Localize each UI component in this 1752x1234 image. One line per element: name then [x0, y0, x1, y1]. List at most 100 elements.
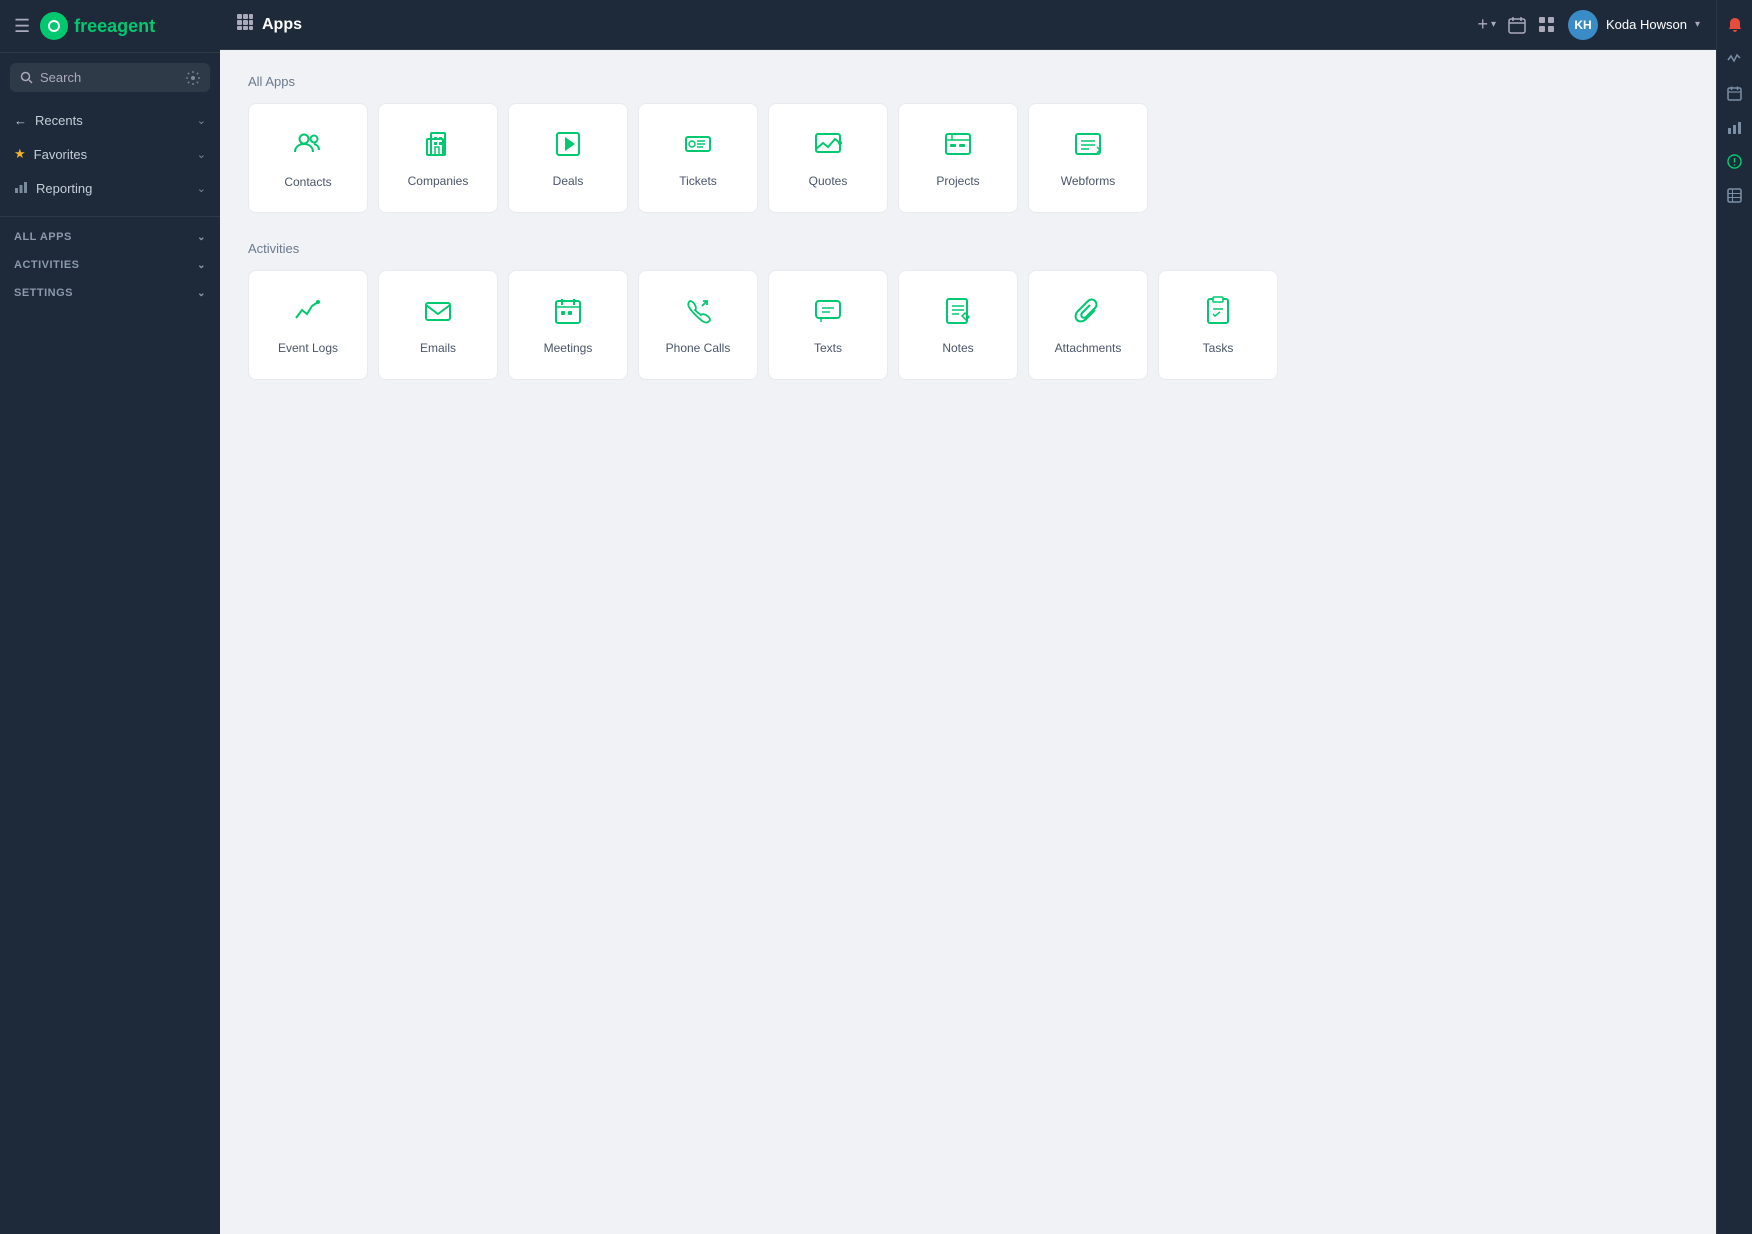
phone-calls-icon — [683, 296, 713, 331]
app-card-notes[interactable]: Notes — [898, 270, 1018, 380]
hamburger-icon[interactable]: ☰ — [14, 16, 30, 37]
right-panel — [1716, 0, 1752, 1234]
reporting-label: Reporting — [36, 181, 92, 196]
texts-label: Texts — [814, 341, 842, 355]
reporting-chevron: ⌄ — [197, 182, 206, 195]
sidebar-item-settings[interactable]: SETTINGS ⌄ — [0, 277, 220, 305]
app-card-quotes[interactable]: Quotes — [768, 103, 888, 213]
right-chart-icon[interactable] — [1720, 112, 1750, 142]
grid-icon — [1538, 16, 1556, 34]
attachments-label: Attachments — [1055, 341, 1122, 355]
event-logs-label: Event Logs — [278, 341, 338, 355]
deals-label: Deals — [553, 174, 584, 188]
app-card-texts[interactable]: Texts — [768, 270, 888, 380]
activities-grid: Event Logs Emails — [248, 270, 1688, 380]
emails-label: Emails — [420, 341, 456, 355]
notes-icon — [943, 296, 973, 331]
settings-chevron: ⌄ — [197, 288, 206, 299]
deals-icon — [553, 129, 583, 164]
meetings-label: Meetings — [544, 341, 593, 355]
notification-icon[interactable] — [1720, 10, 1750, 40]
search-icon — [20, 71, 33, 84]
tickets-icon — [683, 129, 713, 164]
add-chevron-icon: ▾ — [1491, 19, 1496, 30]
right-warning-icon[interactable] — [1720, 146, 1750, 176]
sidebar-item-activities[interactable]: ACTIVITIES ⌄ — [0, 249, 220, 277]
sidebar-item-reporting[interactable]: Reporting ⌄ — [0, 171, 220, 206]
add-button[interactable]: + ▾ — [1477, 14, 1496, 35]
recents-icon: ← — [14, 113, 27, 128]
favorites-label: Favorites — [34, 147, 87, 162]
app-card-phone-calls[interactable]: Phone Calls — [638, 270, 758, 380]
topbar: Apps + ▾ KH — [220, 0, 1716, 50]
sidebar-header: ☰ freeagent — [0, 0, 220, 53]
texts-icon — [813, 296, 843, 331]
sidebar-item-favorites[interactable]: ★ Favorites ⌄ — [0, 137, 220, 171]
app-card-tasks[interactable]: Tasks — [1158, 270, 1278, 380]
meetings-icon — [553, 296, 583, 331]
sidebar-item-recents[interactable]: ← Recents ⌄ — [0, 104, 220, 137]
topbar-right: + ▾ KH Koda Howson ▾ — [1477, 10, 1700, 40]
calendar-icon — [1508, 16, 1526, 34]
search-label: Search — [40, 70, 81, 85]
webforms-icon — [1073, 129, 1103, 164]
activities-label: ACTIVITIES — [14, 259, 80, 271]
apps-grid-icon[interactable] — [236, 13, 254, 36]
content-area: All Apps Contacts — [220, 50, 1716, 1234]
right-calendar-icon[interactable] — [1720, 78, 1750, 108]
app-card-emails[interactable]: Emails — [378, 270, 498, 380]
sidebar-item-all-apps[interactable]: ALL APPS ⌄ — [0, 221, 220, 249]
all-apps-label: ALL APPS — [14, 231, 72, 243]
emails-icon — [423, 296, 453, 331]
logo-container: freeagent — [40, 12, 155, 40]
user-chevron-icon: ▾ — [1695, 19, 1700, 30]
tasks-label: Tasks — [1203, 341, 1234, 355]
page-title: Apps — [262, 16, 302, 34]
app-card-companies[interactable]: Companies — [378, 103, 498, 213]
app-card-deals[interactable]: Deals — [508, 103, 628, 213]
app-card-projects[interactable]: Projects — [898, 103, 1018, 213]
app-card-attachments[interactable]: Attachments — [1028, 270, 1148, 380]
quotes-icon — [813, 129, 843, 164]
app-card-meetings[interactable]: Meetings — [508, 270, 628, 380]
right-table-icon[interactable] — [1720, 180, 1750, 210]
search-box[interactable]: Search — [10, 63, 210, 92]
app-card-webforms[interactable]: Webforms — [1028, 103, 1148, 213]
quotes-label: Quotes — [809, 174, 848, 188]
companies-label: Companies — [408, 174, 469, 188]
app-card-event-logs[interactable]: Event Logs — [248, 270, 368, 380]
app-card-contacts[interactable]: Contacts — [248, 103, 368, 213]
projects-label: Projects — [936, 174, 979, 188]
tasks-icon — [1203, 296, 1233, 331]
logo-text: freeagent — [74, 16, 155, 37]
user-name: Koda Howson — [1606, 17, 1687, 32]
grid-button[interactable] — [1538, 16, 1556, 34]
reporting-icon — [14, 180, 28, 197]
event-logs-icon — [293, 296, 323, 331]
gear-icon[interactable] — [186, 71, 200, 85]
companies-icon — [423, 129, 453, 164]
topbar-left: Apps — [236, 13, 302, 36]
right-activity-icon[interactable] — [1720, 44, 1750, 74]
user-area[interactable]: KH Koda Howson ▾ — [1568, 10, 1700, 40]
attachments-icon — [1073, 296, 1103, 331]
all-apps-chevron: ⌄ — [197, 232, 206, 243]
tickets-label: Tickets — [679, 174, 717, 188]
favorites-icon: ★ — [14, 146, 26, 162]
app-card-tickets[interactable]: Tickets — [638, 103, 758, 213]
calendar-button[interactable] — [1508, 16, 1526, 34]
phone-calls-label: Phone Calls — [666, 341, 731, 355]
main-area: Apps + ▾ KH — [220, 0, 1716, 1234]
nav-section-main: ← Recents ⌄ ★ Favorites ⌄ Reporting ⌄ — [0, 98, 220, 212]
all-apps-grid: Contacts Companies — [248, 103, 1688, 213]
recents-label: Recents — [35, 113, 83, 128]
plus-icon: + — [1477, 14, 1488, 35]
settings-label: SETTINGS — [14, 287, 73, 299]
logo-icon — [40, 12, 68, 40]
notes-label: Notes — [942, 341, 973, 355]
all-apps-section-label: All Apps — [248, 74, 1688, 89]
activities-section-label: Activities — [248, 241, 1688, 256]
contacts-label: Contacts — [284, 175, 331, 189]
nav-divider — [0, 216, 220, 217]
sidebar: ☰ freeagent Search ← Recents ⌄ ★ — [0, 0, 220, 1234]
